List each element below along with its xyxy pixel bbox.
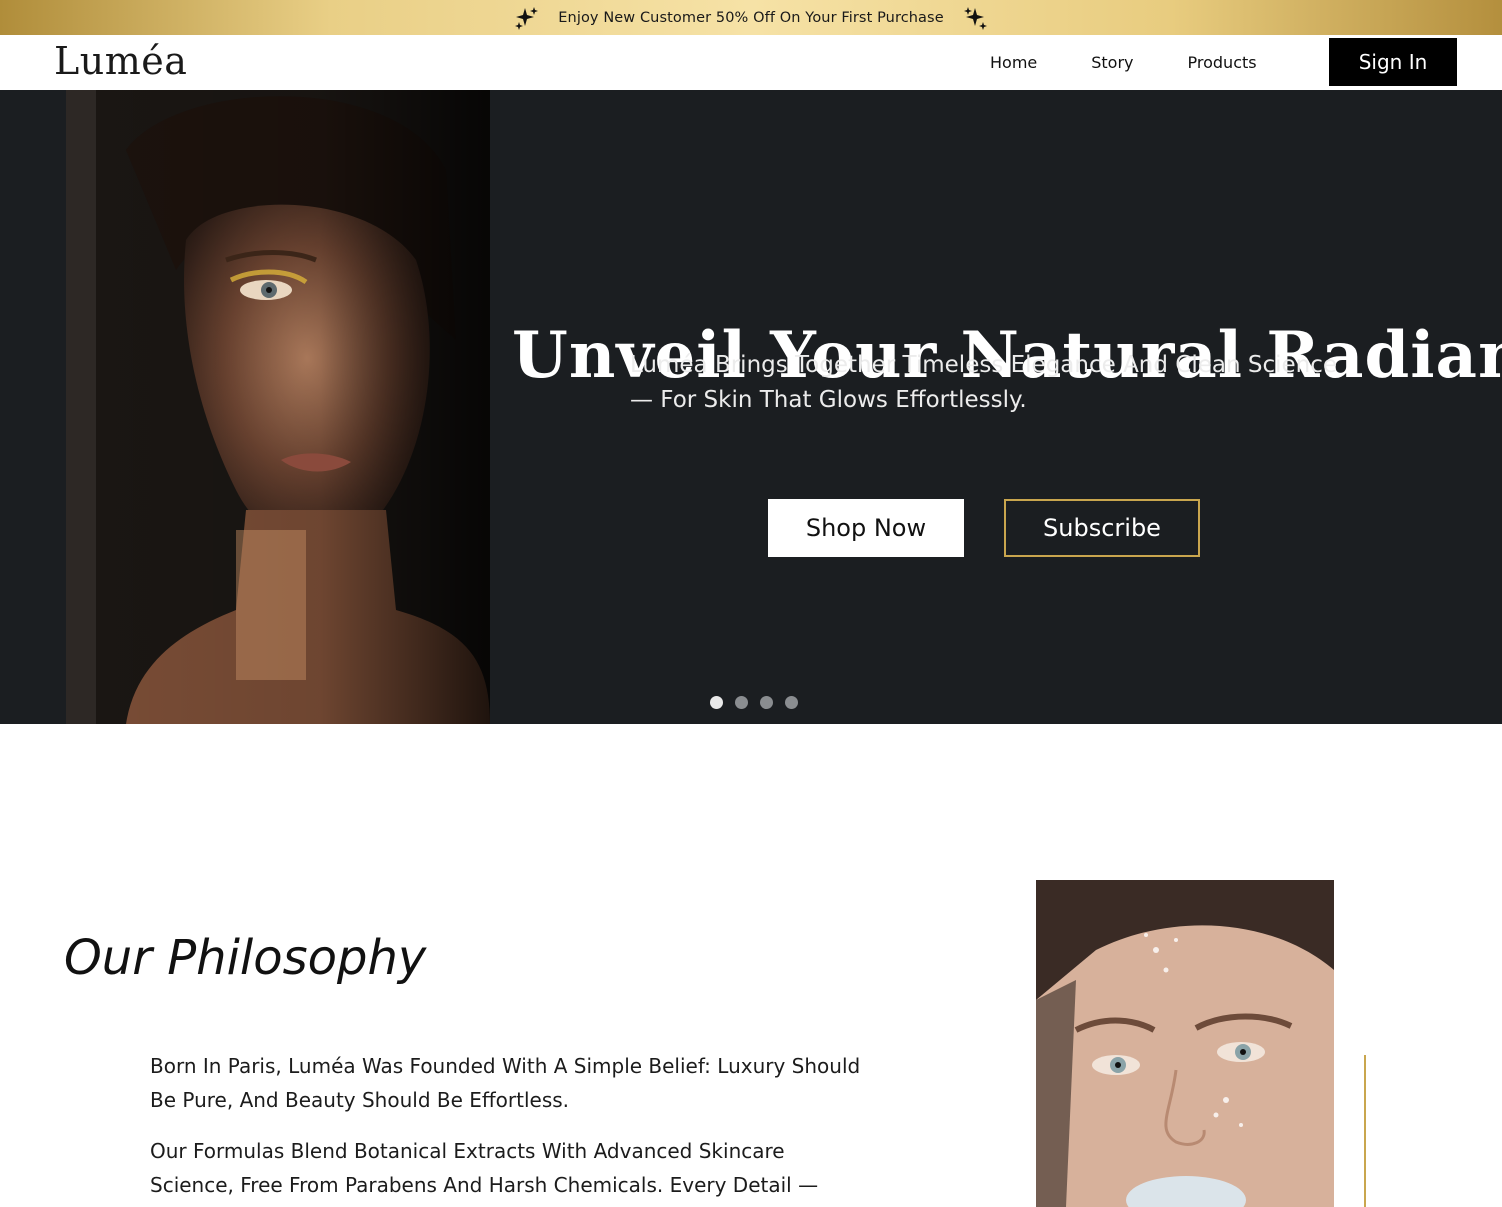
philosophy-paragraph-2: Our Formulas Blend Botanical Extracts Wi…: [150, 1139, 819, 1197]
nav-link-story[interactable]: Story: [1064, 53, 1160, 72]
sparkles-icon: [515, 6, 539, 30]
shop-now-button[interactable]: Shop Now: [768, 499, 964, 557]
philosophy-illustration: [1036, 880, 1334, 1207]
sparkles-icon: [963, 6, 987, 30]
hero-section: Unveil Your Natural Radiance Luméa Bring…: [0, 90, 1502, 724]
nav-link-products[interactable]: Products: [1161, 53, 1284, 72]
philosophy-paragraph-1: Born In Paris, Luméa Was Founded With A …: [150, 1054, 861, 1112]
gold-accent-line: [1364, 1055, 1366, 1207]
carousel-dot-3[interactable]: [760, 696, 773, 709]
nav-links: Home Story Products: [963, 35, 1284, 90]
carousel-dot-2[interactable]: [735, 696, 748, 709]
nav-link-home[interactable]: Home: [963, 53, 1064, 72]
sign-in-button[interactable]: Sign In: [1329, 38, 1457, 86]
hero-subtitle: Luméa Brings Together Timeless Elegance …: [630, 352, 1338, 413]
carousel-dot-1[interactable]: [710, 696, 723, 709]
philosophy-title: Our Philosophy: [64, 930, 427, 986]
brand-logo[interactable]: Luméa: [54, 39, 187, 83]
philosophy-portrait-image: [1036, 880, 1334, 1207]
carousel-dots: [710, 696, 798, 709]
main-nav: Luméa Home Story Products Sign In: [0, 35, 1502, 90]
carousel-dot-4[interactable]: [785, 696, 798, 709]
hero-portrait-image: [66, 90, 490, 724]
promo-text: Enjoy New Customer 50% Off On Your First…: [558, 9, 944, 26]
promo-bar: Enjoy New Customer 50% Off On Your First…: [0, 0, 1502, 35]
portrait-illustration: [66, 90, 490, 724]
subscribe-button[interactable]: Subscribe: [1004, 499, 1200, 557]
